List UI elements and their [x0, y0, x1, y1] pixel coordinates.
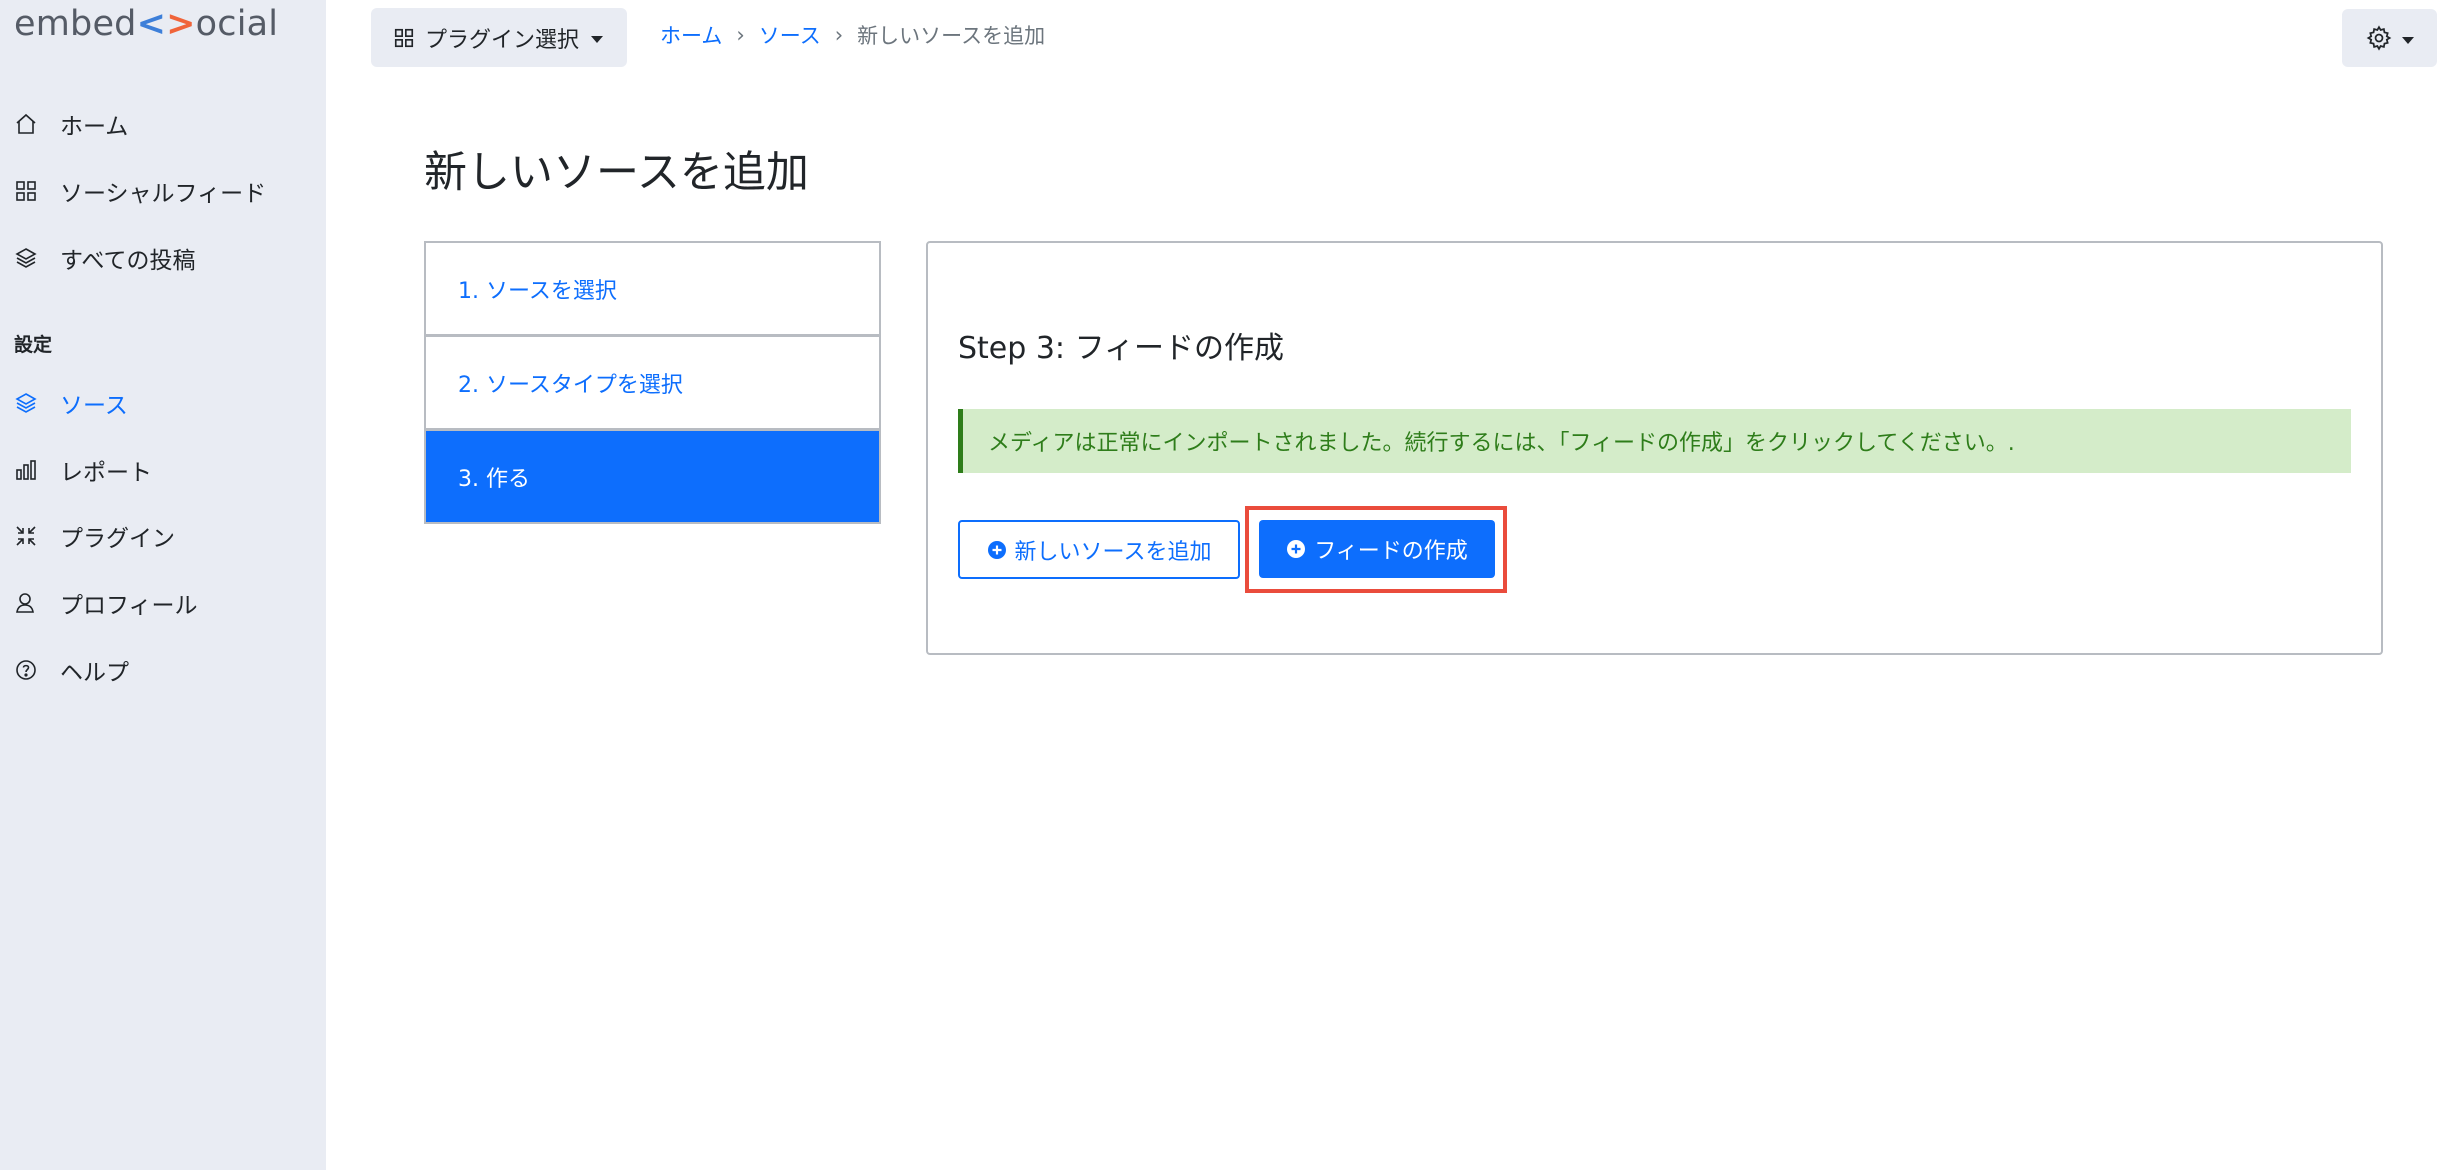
sidebar-item-sources[interactable]: ソース	[14, 383, 128, 423]
caret-down-icon	[591, 36, 604, 43]
sidebar-item-label: ソーシャルフィード	[60, 181, 267, 207]
sidebar-item-label: ホーム	[60, 114, 129, 140]
breadcrumb-home[interactable]: ホーム	[660, 20, 722, 50]
step-select-source[interactable]: 1. ソースを選択	[426, 243, 879, 337]
breadcrumb-separator: ›	[736, 23, 745, 47]
create-feed-button[interactable]: フィードの作成	[1259, 520, 1495, 578]
sidebar-item-reports[interactable]: レポート	[14, 450, 152, 490]
grid-icon	[394, 28, 414, 47]
breadcrumb-separator: ›	[834, 23, 844, 47]
gear-icon	[2366, 25, 2391, 51]
caret-down-icon	[2401, 36, 2414, 44]
plugin-select-label: プラグイン選択	[425, 27, 580, 53]
grid-icon	[16, 181, 36, 201]
help-icon	[16, 660, 36, 680]
add-new-source-button[interactable]: 新しいソースを追加	[958, 520, 1240, 579]
settings-dropdown[interactable]	[2342, 9, 2437, 67]
sidebar-item-label: プラグイン	[60, 526, 175, 552]
user-icon	[16, 593, 34, 613]
sidebar-item-all-posts[interactable]: すべての投稿	[14, 238, 195, 278]
plus-circle-icon	[987, 540, 1006, 559]
sidebar-item-home[interactable]: ホーム	[14, 104, 128, 144]
layers-icon	[15, 393, 37, 413]
card-title: Step 3: フィードの作成	[958, 331, 1284, 366]
embedsocial-logo[interactable]: embed<>ocial	[14, 4, 278, 44]
settings-heading: 設定	[14, 334, 53, 356]
bar-chart-icon	[16, 460, 36, 480]
plus-circle-icon	[1287, 540, 1306, 558]
add-new-source-label: 新しいソースを追加	[1014, 539, 1212, 565]
breadcrumb-current: 新しいソースを追加	[857, 24, 1046, 48]
create-feed-label: フィードの作成	[1314, 539, 1468, 564]
home-icon	[16, 113, 36, 134]
wizard-steps: 1. ソースを選択 2. ソースタイプを選択 3. 作る	[424, 241, 881, 524]
step-create[interactable]: 3. 作る	[426, 431, 879, 522]
sidebar: embed<>ocial ホーム ソーシャルフィード すべての投稿 設定 ソース…	[0, 0, 326, 1170]
breadcrumb-sources[interactable]: ソース	[759, 20, 821, 50]
step-select-source-type[interactable]: 2. ソースタイプを選択	[426, 337, 879, 431]
compress-icon	[16, 526, 36, 546]
sidebar-item-label: すべての投稿	[60, 248, 196, 274]
sidebar-item-label: レポート	[60, 460, 152, 486]
sidebar-item-label: ヘルプ	[60, 660, 129, 686]
page-title: 新しいソースを追加	[424, 148, 809, 198]
sidebar-item-label: プロフィール	[60, 593, 198, 619]
layers-icon	[15, 248, 37, 268]
sidebar-item-plugins[interactable]: プラグイン	[14, 516, 175, 556]
sidebar-item-label: ソース	[60, 393, 128, 419]
sidebar-item-profile[interactable]: プロフィール	[14, 583, 198, 623]
plugin-select-dropdown[interactable]: プラグイン選択	[371, 8, 627, 67]
breadcrumb: ホーム › ソース › 新しいソースを追加	[660, 20, 1045, 50]
success-alert: メディアは正常にインポートされました。続行するには、「フィードの作成」をクリック…	[958, 409, 2351, 473]
sidebar-item-help[interactable]: ヘルプ	[14, 650, 129, 690]
create-feed-card: Step 3: フィードの作成 メディアは正常にインポートされました。続行するに…	[926, 241, 2383, 655]
sidebar-item-social-feed[interactable]: ソーシャルフィード	[14, 171, 266, 211]
